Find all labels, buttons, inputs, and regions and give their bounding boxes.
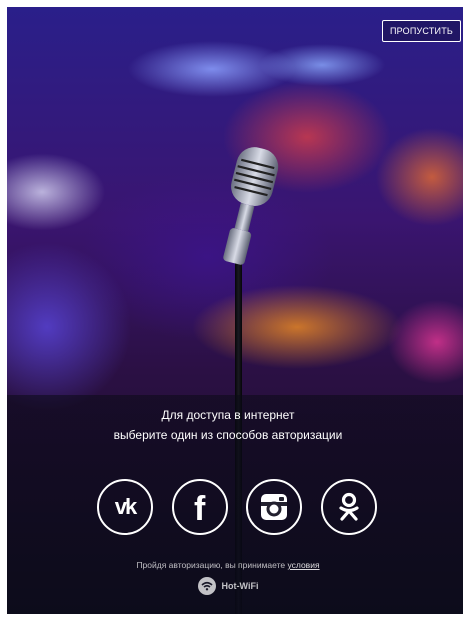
prompt-line-2: выберите один из способов авторизации <box>113 428 343 442</box>
instagram-icon <box>261 494 288 520</box>
skip-button[interactable]: ПРОПУСТИТЬ <box>381 20 461 42</box>
facebook-login-button[interactable]: f <box>171 479 228 535</box>
instagram-login-button[interactable] <box>246 479 303 535</box>
odnoklassniki-icon <box>339 492 359 521</box>
brand-footer: Hot-WiFi <box>0 577 456 595</box>
vk-login-button[interactable]: vk <box>97 479 153 535</box>
wifi-icon <box>197 577 216 595</box>
brand-name: Hot-WiFi <box>221 581 259 591</box>
terms-notice: Пройдя авторизацию, вы принимаете услови… <box>0 560 456 570</box>
vk-icon: vk <box>114 494 138 519</box>
terms-text: Пройдя авторизацию, вы принимаете <box>136 560 286 570</box>
prompt-line-1: Для доступа в интернет <box>161 408 295 422</box>
social-login-row: vk f <box>97 479 377 535</box>
terms-link[interactable]: условия <box>288 560 320 570</box>
odnoklassniki-login-button[interactable] <box>320 479 377 535</box>
facebook-icon: f <box>193 490 206 528</box>
microphone-image <box>223 147 279 265</box>
